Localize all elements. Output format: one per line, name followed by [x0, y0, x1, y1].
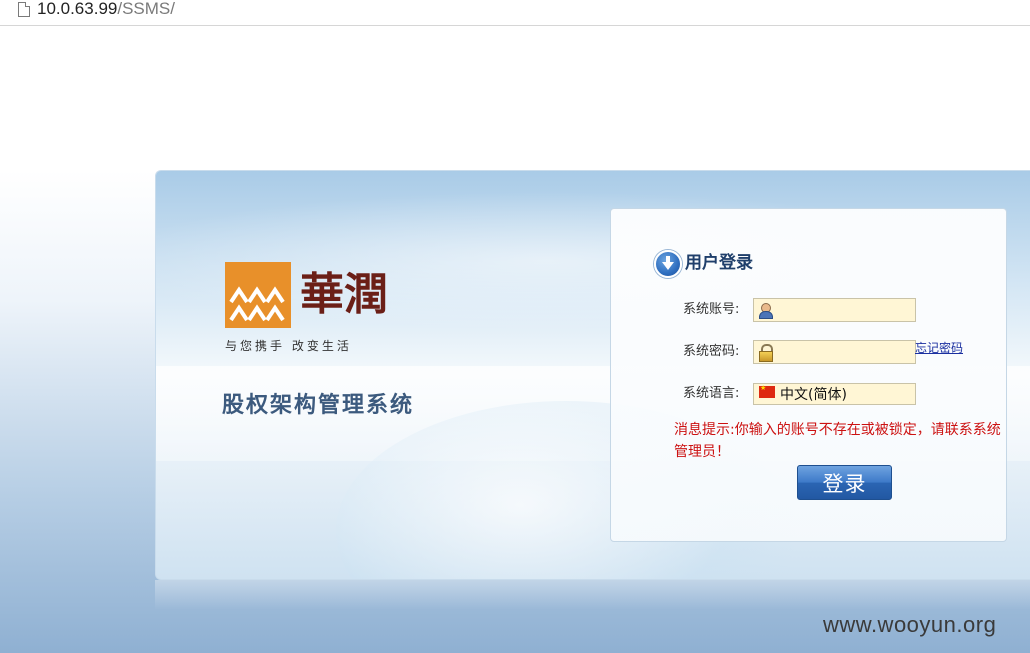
- address-bar[interactable]: 10.0.63.99/SSMS/: [0, 0, 1030, 26]
- china-flag-icon: [759, 383, 775, 398]
- account-input[interactable]: [753, 298, 916, 322]
- url-text[interactable]: 10.0.63.99/SSMS/: [37, 0, 175, 19]
- password-input[interactable]: [753, 340, 916, 364]
- logo-slogan: 与您携手 改变生活: [225, 339, 352, 353]
- url-path: /SSMS/: [117, 0, 175, 18]
- url-host: 10.0.63.99: [37, 0, 118, 18]
- error-message: 消息提示:你输入的账号不存在或被锁定，请联系系统管理员！: [674, 422, 1001, 460]
- account-label: 系统账号:: [683, 302, 740, 317]
- language-label: 系统语言:: [683, 386, 740, 401]
- panel-reflection: [155, 580, 1030, 610]
- watermark: www.wooyun.org: [823, 612, 997, 637]
- arrow-down-circle-icon: [654, 250, 682, 278]
- password-label: 系统密码:: [683, 344, 740, 359]
- page-icon: [18, 2, 30, 17]
- login-button[interactable]: 登录: [797, 465, 892, 500]
- login-title: 用户登录: [685, 253, 753, 273]
- language-value: 中文(简体): [780, 387, 847, 403]
- logo-wordmark: 華潤: [300, 269, 388, 320]
- system-title: 股权架构管理系统: [222, 393, 415, 418]
- user-icon: [757, 302, 773, 319]
- lock-icon: [757, 344, 773, 362]
- forgot-password-link[interactable]: 忘记密码: [915, 340, 963, 356]
- logo-icon: [225, 262, 291, 328]
